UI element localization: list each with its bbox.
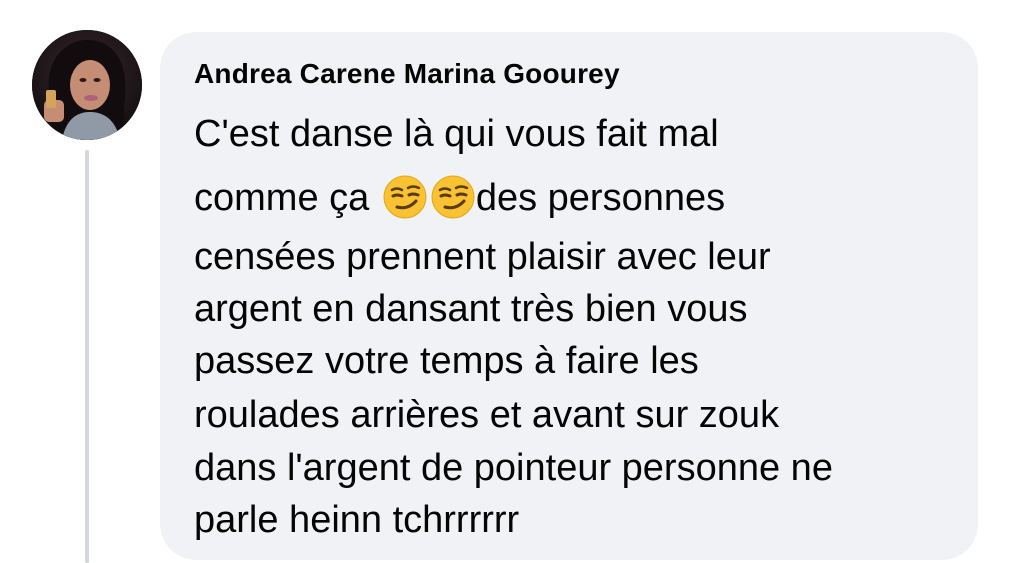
comment-text-line-2: comme ça des personnes xyxy=(194,174,725,220)
comment-text-line-1: C'est danse là qui vous fait mal xyxy=(194,113,719,155)
smirking-face-emoji-icon xyxy=(383,175,427,219)
comment-text-segment: comme ça xyxy=(194,177,370,219)
comment-author-name[interactable]: Andrea Carene Marina Goourey xyxy=(194,58,620,90)
comment-text-line-7: dans l'argent de pointeur personne ne xyxy=(194,447,833,489)
comment-text-line-3: censées prennent plaisir avec leur xyxy=(194,236,771,278)
comment-text-line-5: passez votre temps à faire les xyxy=(194,340,699,382)
comment-text-line-4: argent en dansant très bien vous xyxy=(194,288,748,330)
thread-line xyxy=(85,150,89,563)
avatar[interactable] xyxy=(32,30,142,140)
comment-bubble: Andrea Carene Marina Goourey C'est danse… xyxy=(160,32,978,560)
avatar-image xyxy=(32,30,142,140)
smirking-face-emoji-icon xyxy=(431,175,475,219)
comment-container: Andrea Carene Marina Goourey C'est danse… xyxy=(0,0,1024,563)
comment-text-line-6: roulades arrières et avant sur zouk xyxy=(194,394,780,436)
comment-text-line-8: parle heinn tchrrrrrr xyxy=(194,499,520,541)
comment-text-segment: des personnes xyxy=(475,177,726,219)
